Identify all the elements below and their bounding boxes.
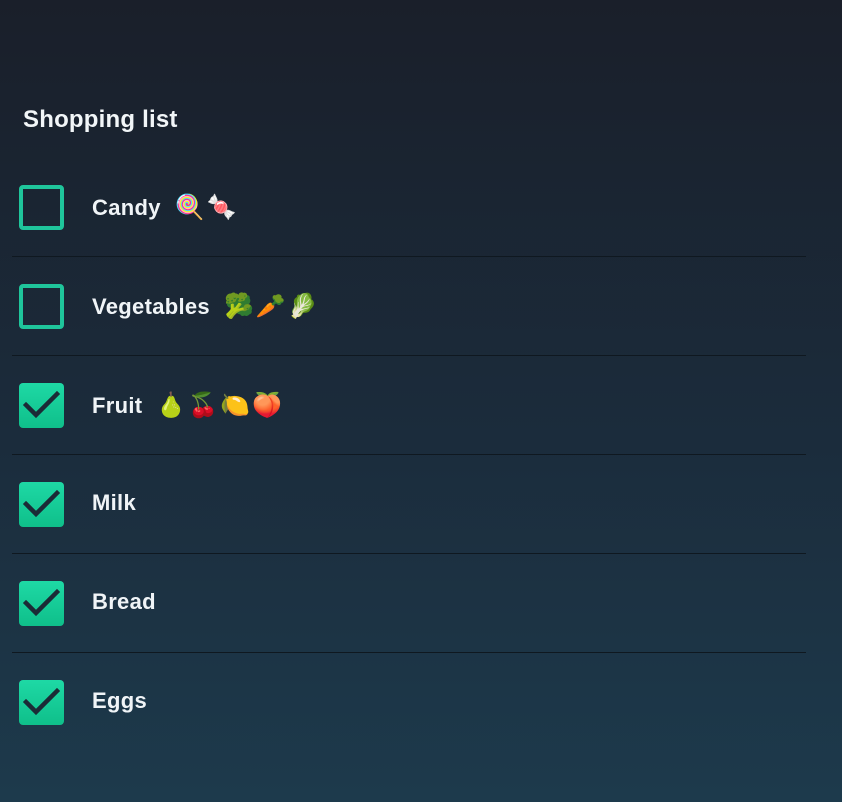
checkbox-candy[interactable] — [19, 185, 64, 230]
item-label-milk: Milk — [92, 490, 136, 515]
list-item-bread[interactable]: Bread — [12, 554, 806, 653]
checkmark-icon — [23, 687, 60, 716]
checkbox-eggs[interactable] — [19, 680, 64, 725]
checkbox-fruit[interactable] — [19, 383, 64, 428]
checkbox-vegetables[interactable] — [19, 284, 64, 329]
item-label-vegetables: Vegetables 🥦🥕🥬 — [92, 293, 320, 320]
checkbox-milk[interactable] — [19, 482, 64, 527]
checkmark-icon — [23, 588, 60, 617]
item-label-candy: Candy 🍭🍬 — [92, 194, 239, 221]
vegetables-emoji-icon: 🥦🥕🥬 — [223, 293, 320, 320]
list-item-fruit[interactable]: Fruit 🍐🍒🍋🍑 — [12, 356, 806, 455]
item-label-eggs: Eggs — [92, 688, 147, 713]
shopping-list: Candy 🍭🍬 Vegetables 🥦🥕🥬 Fruit 🍐🍒🍋🍑 Milk Bre… — [12, 158, 806, 752]
list-item-milk[interactable]: Milk — [12, 455, 806, 554]
fruit-emoji-icon: 🍐🍒🍋🍑 — [156, 392, 284, 419]
list-item-vegetables[interactable]: Vegetables 🥦🥕🥬 — [12, 257, 806, 356]
list-item-candy[interactable]: Candy 🍭🍬 — [12, 158, 806, 257]
list-item-eggs[interactable]: Eggs — [12, 653, 806, 752]
checkbox-bread[interactable] — [19, 581, 64, 626]
item-label-fruit: Fruit 🍐🍒🍋🍑 — [92, 392, 284, 419]
checkmark-icon — [23, 390, 60, 419]
page-title: Shopping list — [23, 106, 178, 133]
item-label-bread: Bread — [92, 589, 156, 614]
candy-emoji-icon: 🍭🍬 — [174, 194, 239, 221]
checkmark-icon — [23, 489, 60, 518]
